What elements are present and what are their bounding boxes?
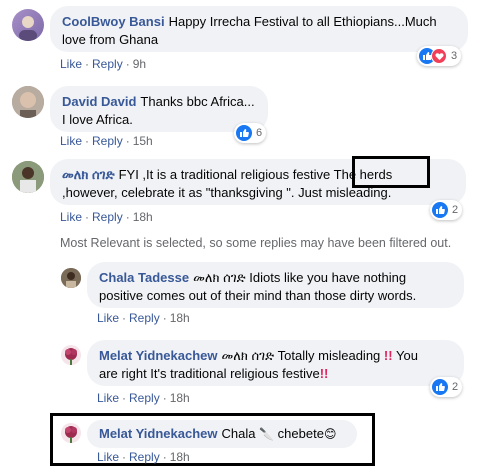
knife-icon: 🔪 bbox=[259, 427, 275, 441]
like-link[interactable]: Like bbox=[97, 450, 119, 464]
reply-text-line1: መለክ ሰገድ Idiots like you have nothing bbox=[193, 270, 407, 285]
comment-actions: Like · Reply · 15h bbox=[60, 134, 153, 148]
comment-author[interactable]: መለክ ሰገድ bbox=[62, 167, 115, 182]
avatar[interactable] bbox=[12, 86, 44, 118]
reply-text-line1: መለክ ሰገድ Totally misleading bbox=[221, 348, 381, 363]
comment-actions: Like · Reply · 18h bbox=[60, 210, 153, 224]
comment-text-start: FYI ,It is a traditional religious festi… bbox=[118, 167, 334, 182]
comment-david: David David Thanks bbc Africa... I love A… bbox=[0, 80, 500, 150]
comment-coolbwoy: CoolBwoy Bansi Happy Irrecha Festival to … bbox=[0, 0, 500, 75]
like-icon bbox=[236, 125, 252, 141]
reply-link[interactable]: Reply bbox=[92, 57, 123, 71]
reaction-count: 2 bbox=[452, 204, 459, 216]
avatar[interactable] bbox=[61, 268, 81, 288]
like-link[interactable]: Like bbox=[60, 210, 82, 224]
double-exclamation-icon: !! bbox=[319, 366, 329, 381]
reply-bubble: Chala Tadesse መለክ ሰገድ Idiots like you hav… bbox=[87, 262, 464, 308]
reaction-summary[interactable]: 2 bbox=[430, 200, 463, 220]
comment-bubble: David David Thanks bbc Africa... I love A… bbox=[50, 86, 268, 132]
flower-avatar-icon bbox=[65, 348, 77, 365]
avatar[interactable] bbox=[61, 423, 81, 443]
reply-actions: Like · Reply · 18h bbox=[97, 450, 190, 464]
timestamp[interactable]: 15h bbox=[133, 134, 153, 148]
reaction-count: 3 bbox=[451, 50, 458, 62]
like-icon bbox=[432, 379, 448, 395]
reply-link[interactable]: Reply bbox=[129, 311, 160, 325]
reaction-count: 2 bbox=[452, 381, 459, 393]
comment-melek: መለክ ሰገድ FYI ,It is a traditional religiou… bbox=[0, 155, 500, 230]
reply-bubble: Melat Yidnekachew መለክ ሰገድ Totally mislead… bbox=[87, 340, 464, 386]
reply-chala: Chala Tadesse መለክ ሰገድ Idiots like you hav… bbox=[0, 260, 500, 330]
like-link[interactable]: Like bbox=[60, 134, 82, 148]
reply-link[interactable]: Reply bbox=[92, 134, 123, 148]
timestamp[interactable]: 18h bbox=[170, 450, 190, 464]
reaction-count: 6 bbox=[256, 127, 263, 139]
reaction-summary[interactable]: 2 bbox=[430, 377, 463, 397]
reply-author[interactable]: Chala Tadesse bbox=[99, 270, 189, 285]
timestamp[interactable]: 18h bbox=[170, 311, 190, 325]
comment-author[interactable]: CoolBwoy Bansi bbox=[62, 14, 165, 29]
avatar[interactable] bbox=[12, 9, 44, 41]
reply-actions: Like · Reply · 18h bbox=[97, 391, 190, 405]
reply-melat-1: Melat Yidnekachew መለክ ሰገድ Totally mislead… bbox=[0, 340, 500, 410]
flower-avatar-icon bbox=[65, 426, 77, 443]
reply-actions: Like · Reply · 18h bbox=[97, 311, 190, 325]
smile-icon: 😊 bbox=[323, 427, 337, 441]
like-link[interactable]: Like bbox=[97, 391, 119, 405]
annotation-box bbox=[352, 156, 430, 188]
reply-author[interactable]: Melat Yidnekachew bbox=[99, 426, 218, 441]
reply-author[interactable]: Melat Yidnekachew bbox=[99, 348, 218, 363]
reply-link[interactable]: Reply bbox=[129, 391, 160, 405]
reply-text-line2: are right It's traditional religious fes… bbox=[99, 366, 320, 381]
comment-text-line2: I love Africa. bbox=[62, 112, 133, 127]
reply-text: Chala bbox=[221, 426, 256, 441]
user-photo-icon bbox=[12, 86, 44, 118]
reaction-summary[interactable]: 6 bbox=[234, 123, 267, 143]
timestamp[interactable]: 18h bbox=[133, 210, 153, 224]
avatar[interactable] bbox=[61, 345, 81, 365]
comment-author[interactable]: David David bbox=[62, 94, 136, 109]
reply-text-line1-end: You bbox=[395, 348, 418, 363]
reply-link[interactable]: Reply bbox=[129, 450, 160, 464]
like-link[interactable]: Like bbox=[60, 57, 82, 71]
reaction-summary[interactable]: 3 bbox=[417, 46, 462, 66]
like-link[interactable]: Like bbox=[97, 311, 119, 325]
comment-bubble: CoolBwoy Bansi Happy Irrecha Festival to … bbox=[50, 6, 468, 52]
like-icon bbox=[432, 202, 448, 218]
reply-melat-2: Melat Yidnekachew Chala 🔪 chebete😊 Like · R… bbox=[0, 418, 500, 468]
reply-text-end: chebete bbox=[277, 426, 324, 441]
reply-bubble: Melat Yidnekachew Chala 🔪 chebete😊 bbox=[87, 420, 357, 448]
timestamp[interactable]: 18h bbox=[170, 391, 190, 405]
reply-link[interactable]: Reply bbox=[92, 210, 123, 224]
user-photo-icon bbox=[61, 268, 81, 288]
comment-text-line1: Thanks bbc Africa... bbox=[140, 94, 255, 109]
comment-actions: Like · Reply · 9h bbox=[60, 57, 147, 71]
user-photo-icon bbox=[12, 161, 44, 193]
user-photo-icon bbox=[19, 16, 37, 41]
filter-notice: Most Relevant is selected, so some repli… bbox=[60, 236, 452, 250]
timestamp[interactable]: 9h bbox=[133, 57, 146, 71]
avatar[interactable] bbox=[12, 161, 44, 193]
double-exclamation-icon: !! bbox=[383, 348, 393, 363]
love-icon bbox=[431, 48, 447, 64]
reply-text-line2: positive comes out of their mind than th… bbox=[99, 288, 417, 303]
